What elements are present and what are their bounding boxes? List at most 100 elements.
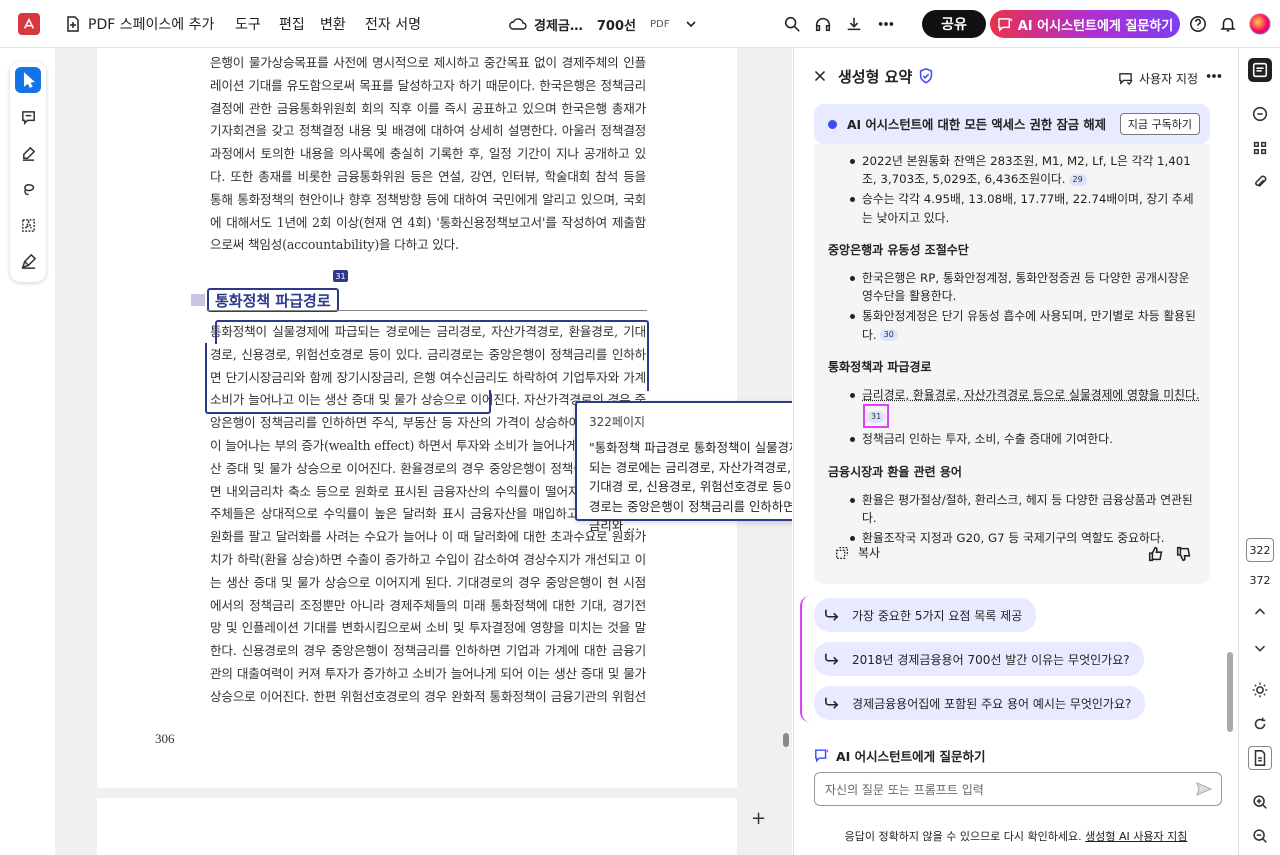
ai-chat-icon bbox=[815, 749, 830, 763]
page-number: 306 bbox=[155, 731, 175, 746]
comments-icon[interactable] bbox=[1248, 102, 1272, 126]
citation-badge[interactable]: 31 bbox=[333, 270, 348, 282]
add-document-icon bbox=[67, 16, 79, 32]
copy-button[interactable]: 복사 bbox=[834, 544, 880, 561]
summary-heading: 중앙은행과 유동성 조절수단 bbox=[828, 242, 969, 257]
pdf-page: 은행이 물가상승목표를 사전에 명시적으로 제시하고 중간목표 없이 경제주체의… bbox=[97, 48, 792, 788]
add-to-space-label: PDF 스페이스에 추가 bbox=[88, 17, 215, 33]
citation-highlight-2 bbox=[205, 343, 649, 391]
more-icon[interactable] bbox=[874, 12, 898, 36]
share-button[interactable]: 공유 bbox=[922, 10, 986, 38]
ask-ai-assistant-button[interactable]: AI 어시스턴트에게 질문하기 bbox=[990, 10, 1180, 38]
select-tool-icon[interactable] bbox=[15, 67, 41, 93]
document-title[interactable]: 경제금… 700선 PDF bbox=[508, 12, 697, 36]
zoom-out-icon[interactable] bbox=[1248, 824, 1272, 848]
help-icon[interactable] bbox=[1186, 12, 1210, 36]
bullet-text: 한국은행은 RP, 통화안정계정, 통화안정증권 등 다양한 공개시장운영수단을… bbox=[862, 271, 1190, 304]
doc-title-bold: 700선 bbox=[596, 18, 636, 34]
bullet-text: 승수는 각각 4.95배, 13.08배, 17.77배, 22.74배이며, … bbox=[862, 192, 1194, 225]
ask-ai-title: AI 어시스턴트에게 질문하기 bbox=[836, 749, 986, 764]
close-icon[interactable] bbox=[808, 64, 832, 88]
prompt-input[interactable]: 자신의 질문 또는 프롬프트 입력 bbox=[814, 772, 1222, 806]
customize-button[interactable]: 사용자 지정 bbox=[1118, 66, 1198, 90]
ai-summary-toggle-icon[interactable] bbox=[1248, 58, 1272, 82]
arrow-return-icon bbox=[825, 609, 839, 621]
summary-bullet: 정책금리 인하는 투자, 소비, 수출 증대에 기여한다. bbox=[828, 430, 1200, 448]
acrobat-logo-icon[interactable] bbox=[18, 13, 40, 35]
lasso-draw-icon[interactable] bbox=[15, 176, 41, 202]
copy-label: 복사 bbox=[858, 546, 881, 560]
panel-scrollbar[interactable] bbox=[1227, 652, 1233, 732]
highlight-pen-icon[interactable] bbox=[15, 140, 41, 166]
popup-quote: "통화정책 파급경로 통화정책이 실물경제에 파급되는 경로에는 금리경로, 자… bbox=[589, 440, 792, 533]
summary-content: 2022년 본원통화 잔액은 283조원, M1, M2, Lf, L은 각각 … bbox=[828, 152, 1200, 547]
left-tool-rail bbox=[0, 48, 55, 855]
comment-tool-icon[interactable] bbox=[15, 104, 41, 130]
menu-esign[interactable]: 전자 서명 bbox=[365, 12, 421, 36]
bullet-text: 정책금리 인하는 투자, 소비, 수출 증대에 기여한다. bbox=[862, 432, 1113, 447]
search-icon[interactable] bbox=[780, 12, 804, 36]
citation-highlight-3 bbox=[205, 390, 491, 414]
menu-edit[interactable]: 편집 bbox=[279, 12, 305, 36]
prompt-placeholder: 자신의 질문 또는 프롬프트 입력 bbox=[825, 782, 984, 797]
suggestion-text: 2018년 경제금융용어 700선 발간 이유는 무엇인가요? bbox=[852, 652, 1130, 667]
arrow-return-icon bbox=[825, 653, 839, 665]
menu-tools[interactable]: 도구 bbox=[235, 12, 261, 36]
guidelines-link[interactable]: 생성형 AI 사용자 지침 bbox=[1085, 830, 1187, 843]
summary-bullet: 한국은행은 RP, 통화안정계정, 통화안정증권 등 다양한 공개시장운영수단을… bbox=[828, 269, 1200, 305]
heading-rule bbox=[207, 310, 647, 311]
suggestion-text: 경제금융용어집에 포함된 주요 용어 예시는 무엇인가요? bbox=[852, 696, 1132, 711]
notification-bell-icon[interactable] bbox=[1216, 12, 1240, 36]
zoom-in-icon[interactable] bbox=[1248, 790, 1272, 814]
unlock-banner: AI 어시스턴트에 대한 모든 액세스 권한 잠금 해제 지금 구독하기 bbox=[814, 104, 1210, 144]
document-viewer[interactable]: 은행이 물가상승목표를 사전에 명시적으로 제시하고 중간목표 없이 경제주체의… bbox=[55, 48, 792, 855]
bullet-text: 금리경로, 환율경로, 자산가격경로 등으로 실물경제에 영향을 미친다. bbox=[862, 388, 1200, 403]
ai-summary-panel: 생성형 요약 사용자 지정 AI 어시스턴트에 대한 모든 액세스 권한 잠금 … bbox=[793, 48, 1237, 855]
add-page-icon[interactable]: + bbox=[751, 808, 766, 829]
arrow-return-icon bbox=[825, 697, 839, 709]
citation-popup: 322페이지 "통화정책 파급경로 통화정책이 실물경제에 파급되는 경로에는 … bbox=[575, 401, 792, 533]
customize-icon bbox=[1119, 72, 1133, 85]
chevron-down-icon bbox=[686, 21, 697, 28]
thumbnails-grid-icon[interactable] bbox=[1248, 136, 1272, 160]
summary-bullet: 환율은 평가절상/절하, 환리스크, 헤지 등 다양한 금융상품과 연관된다. bbox=[828, 491, 1200, 527]
document-scrollbar[interactable] bbox=[783, 733, 789, 747]
thumbs-up-icon[interactable] bbox=[1144, 542, 1168, 566]
panel-more-icon[interactable] bbox=[1202, 64, 1226, 88]
download-icon[interactable] bbox=[842, 12, 866, 36]
headphones-icon[interactable] bbox=[811, 12, 835, 36]
sign-pen-icon[interactable] bbox=[15, 248, 41, 274]
page-down-icon[interactable] bbox=[1248, 636, 1272, 660]
send-icon[interactable] bbox=[1195, 780, 1213, 798]
rotate-icon[interactable] bbox=[1248, 712, 1272, 736]
suggestion-text: 가장 중요한 5가지 요점 목록 제공 bbox=[852, 608, 1023, 623]
page-fit-icon[interactable] bbox=[1248, 746, 1272, 770]
bullet-text: 통화안정계정은 단기 유동성 흡수에 사용되며, 만기별로 차등 활용된다. bbox=[862, 309, 1196, 342]
thumbs-down-icon[interactable] bbox=[1172, 542, 1196, 566]
add-to-space-button[interactable]: PDF 스페이스에 추가 bbox=[64, 12, 214, 36]
text-box-icon[interactable] bbox=[15, 212, 41, 238]
attachment-icon[interactable] bbox=[1248, 170, 1272, 194]
user-avatar[interactable] bbox=[1249, 13, 1271, 35]
body-paragraph-1: 은행이 물가상승목표를 사전에 명시적으로 제시하고 중간목표 없이 경제주체의… bbox=[210, 55, 646, 253]
summary-card: 2022년 본원통화 잔액은 283조원, M1, M2, Lf, L은 각각 … bbox=[814, 144, 1210, 584]
popup-page-ref: 322페이지 bbox=[589, 415, 646, 429]
citation-chip: 31 bbox=[867, 410, 886, 423]
suggestion-chip[interactable]: 경제금융용어집에 포함된 주요 용어 예시는 무엇인가요? bbox=[814, 686, 1146, 720]
menu-convert[interactable]: 변환 bbox=[320, 12, 346, 36]
suggestion-chip[interactable]: 2018년 경제금융용어 700선 발간 이유는 무엇인가요? bbox=[814, 642, 1144, 676]
ai-chat-icon bbox=[997, 17, 1013, 32]
citation-chip[interactable]: 30 bbox=[879, 329, 898, 342]
suggestion-chip[interactable]: 가장 중요한 5가지 요점 목록 제공 bbox=[814, 598, 1037, 632]
suggestions-marker bbox=[800, 596, 810, 722]
citation-chip[interactable]: 29 bbox=[1068, 173, 1087, 186]
brightness-icon[interactable] bbox=[1248, 678, 1272, 702]
ask-ai-heading: AI 어시스턴트에게 질문하기 bbox=[814, 746, 986, 765]
panel-title: 생성형 요약 bbox=[838, 68, 913, 86]
subscribe-button[interactable]: 지금 구독하기 bbox=[1119, 113, 1200, 135]
citation-highlight-1 bbox=[215, 320, 649, 344]
bullet-text: 환율조작국 지정과 G20, G7 등 국제기구의 역할도 중요하다. bbox=[862, 531, 1165, 546]
page-up-icon[interactable] bbox=[1248, 600, 1272, 624]
current-page-field[interactable]: 322 bbox=[1246, 538, 1274, 562]
active-citation-box[interactable]: 31 bbox=[863, 404, 890, 429]
